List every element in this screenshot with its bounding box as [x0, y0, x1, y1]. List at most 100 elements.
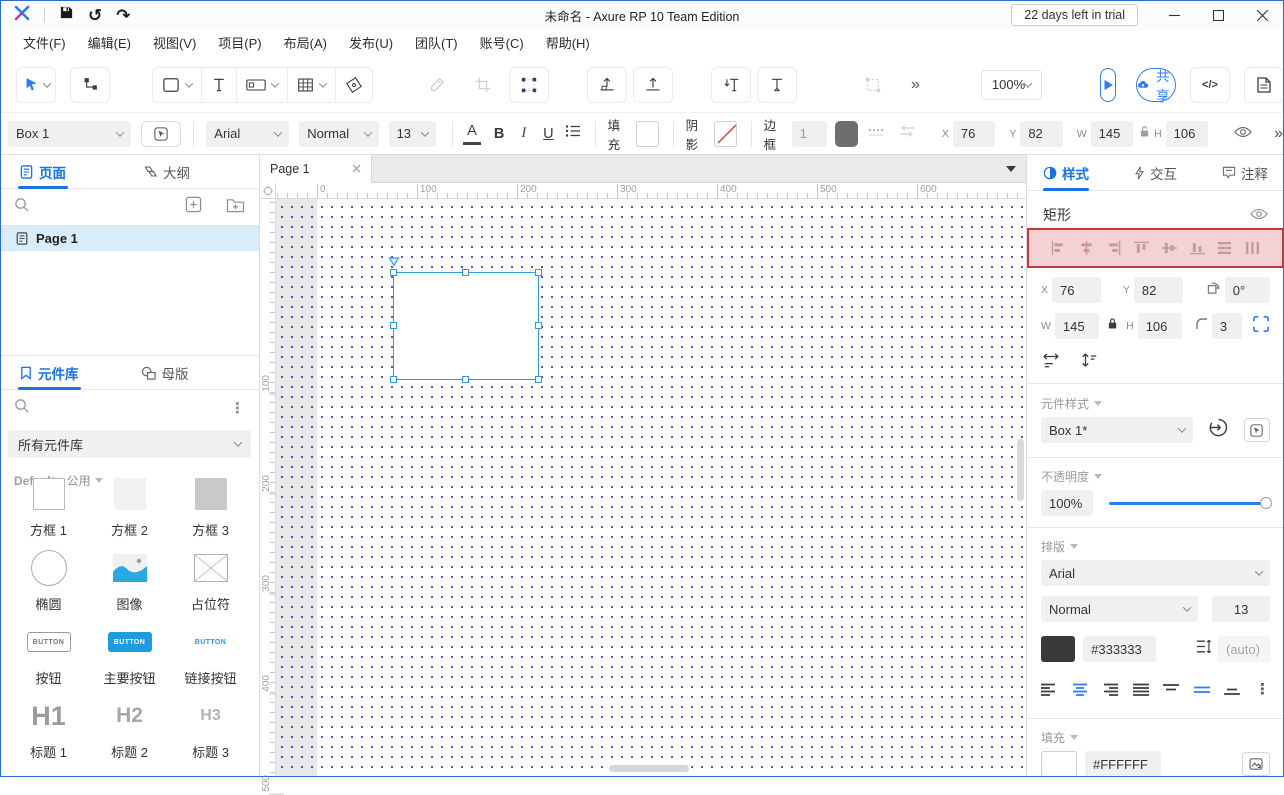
search-icon[interactable]	[14, 197, 29, 217]
y-field[interactable]: 82	[1134, 277, 1183, 303]
vertical-scrollbar[interactable]	[1017, 439, 1024, 501]
menu-project[interactable]: 项目(P)	[207, 30, 272, 57]
rotation-field[interactable]: 0°	[1225, 277, 1270, 303]
widget-style-select[interactable]: Box 1*	[1041, 417, 1193, 443]
documentation-button[interactable]	[1244, 67, 1284, 103]
widget-h2[interactable]: H2 标题 2	[89, 696, 170, 761]
h-field[interactable]: 106	[1138, 313, 1182, 339]
font-color-swatch[interactable]	[1041, 636, 1075, 662]
distribute-vertical-icon[interactable]	[1217, 241, 1232, 255]
trial-badge[interactable]: 22 days left in trial	[1011, 4, 1138, 26]
widget-style-select[interactable]: Box 1	[8, 121, 131, 147]
resize-handle-ne[interactable]	[535, 269, 542, 276]
preview-button[interactable]	[1100, 68, 1116, 102]
align-middle-icon[interactable]	[1162, 241, 1177, 255]
border-style-button[interactable]	[868, 125, 888, 143]
menu-help[interactable]: 帮助(H)	[535, 30, 601, 57]
bullet-list-button[interactable]	[565, 124, 581, 143]
resize-handle-e[interactable]	[535, 322, 542, 329]
style-picker-button[interactable]	[1244, 418, 1270, 442]
font-weight-select[interactable]: Normal	[1041, 596, 1198, 622]
selected-rectangle-widget[interactable]	[393, 272, 539, 380]
widget-link-button[interactable]: BUTTON 链接按钮	[170, 622, 251, 687]
opacity-slider[interactable]	[1109, 502, 1270, 505]
more-typography-button[interactable]: ⋮	[1255, 680, 1270, 698]
add-page-button[interactable]	[185, 196, 202, 218]
align-top-icon[interactable]	[1134, 241, 1149, 255]
close-tab-icon[interactable]	[352, 164, 361, 173]
close-button[interactable]	[1240, 0, 1284, 30]
widget-box1[interactable]: 方框 1	[8, 474, 89, 539]
corner-radius-all-button[interactable]	[1252, 315, 1270, 338]
tab-pages[interactable]: 页面	[20, 155, 66, 188]
font-color-button[interactable]: A	[463, 123, 481, 145]
h-field[interactable]: 106	[1166, 121, 1208, 147]
resize-handle-se[interactable]	[535, 376, 542, 383]
text-align-left-icon[interactable]	[1041, 683, 1057, 696]
vertical-align-top-icon[interactable]	[1163, 683, 1179, 696]
vertical-spacing-button[interactable]	[1081, 351, 1098, 375]
widget-h3[interactable]: H3 标题 3	[170, 696, 251, 761]
horizontal-spacing-button[interactable]	[1041, 352, 1061, 374]
add-folder-button[interactable]	[226, 197, 245, 218]
zoom-select[interactable]: 100%	[981, 70, 1042, 100]
widget-box3[interactable]: 方框 3	[170, 474, 251, 539]
widget-button[interactable]: BUTTON 按钮	[8, 622, 89, 687]
widget-image[interactable]: 图像	[89, 548, 170, 613]
lock-ratio-button[interactable]	[1107, 317, 1118, 335]
transform-points-button[interactable]	[509, 67, 549, 103]
widget-h1[interactable]: H1 标题 1	[8, 696, 89, 761]
share-button[interactable]: 共享	[1136, 68, 1176, 102]
font-family-select[interactable]: Arial	[1041, 560, 1270, 586]
distribute-horizontal-icon[interactable]	[1245, 241, 1260, 255]
font-color-field[interactable]: #333333	[1083, 636, 1156, 662]
line-height-field[interactable]: (auto)	[1218, 636, 1270, 662]
ruler-origin-button[interactable]	[260, 183, 276, 199]
widget-primary-button[interactable]: BUTTON 主要按钮	[89, 622, 170, 687]
w-field[interactable]: 145	[1091, 121, 1133, 147]
border-width-field[interactable]: 1	[792, 121, 827, 147]
undo-button[interactable]: ↺	[88, 7, 102, 24]
widgets-menu-button[interactable]: ⋮	[230, 399, 245, 417]
minimize-button[interactable]	[1152, 0, 1196, 30]
resize-handle-sw[interactable]	[390, 376, 397, 383]
opacity-section-label[interactable]: 不透明度	[1027, 468, 1116, 485]
tab-outline[interactable]: 大纲	[141, 155, 190, 188]
y-field[interactable]: 82	[1020, 121, 1062, 147]
menu-account[interactable]: 账号(C)	[469, 30, 535, 57]
opacity-slider-thumb[interactable]	[1260, 497, 1272, 509]
inspect-code-button[interactable]: </>	[1190, 67, 1230, 103]
underline-button[interactable]: U	[536, 126, 561, 142]
vertical-align-middle-icon[interactable]	[1194, 683, 1210, 696]
menu-file[interactable]: 文件(F)	[12, 30, 77, 57]
fill-color-swatch[interactable]	[636, 121, 659, 147]
menu-arrange[interactable]: 布局(A)	[273, 30, 338, 57]
resize-handle-n[interactable]	[462, 269, 469, 276]
bring-to-front-button[interactable]	[587, 67, 627, 103]
tab-masters[interactable]: 母版	[141, 356, 189, 389]
tab-interaction[interactable]: 交互	[1134, 155, 1177, 190]
typography-section-label[interactable]: 排版	[1027, 538, 1092, 555]
resize-handle-s[interactable]	[462, 376, 469, 383]
style-picker-button[interactable]	[141, 121, 181, 147]
more-tools-button[interactable]: »	[911, 76, 921, 94]
fill-section-label[interactable]: 填充	[1027, 729, 1092, 746]
menu-publish[interactable]: 发布(U)	[338, 30, 404, 57]
text-align-justify-icon[interactable]	[1133, 683, 1149, 696]
align-left-icon[interactable]	[1051, 241, 1066, 255]
resize-handle-w[interactable]	[390, 322, 397, 329]
menu-edit[interactable]: 编辑(E)	[77, 30, 142, 57]
w-field[interactable]: 145	[1055, 313, 1099, 339]
update-style-button[interactable]	[1209, 418, 1228, 442]
font-family-select[interactable]: Arial	[206, 121, 289, 147]
lock-ratio-button[interactable]	[1139, 125, 1150, 143]
save-button[interactable]	[59, 5, 74, 25]
resize-handle-nw[interactable]	[390, 269, 397, 276]
pen-tool-button[interactable]	[336, 68, 372, 102]
menu-team[interactable]: 团队(T)	[404, 30, 469, 57]
tab-style[interactable]: 样式	[1043, 155, 1089, 190]
more-format-button[interactable]: »	[1274, 125, 1284, 143]
widget-ellipse[interactable]: 椭圆	[8, 548, 89, 613]
vertical-align-bottom-icon[interactable]	[1224, 683, 1240, 696]
align-right-icon[interactable]	[1106, 241, 1121, 255]
